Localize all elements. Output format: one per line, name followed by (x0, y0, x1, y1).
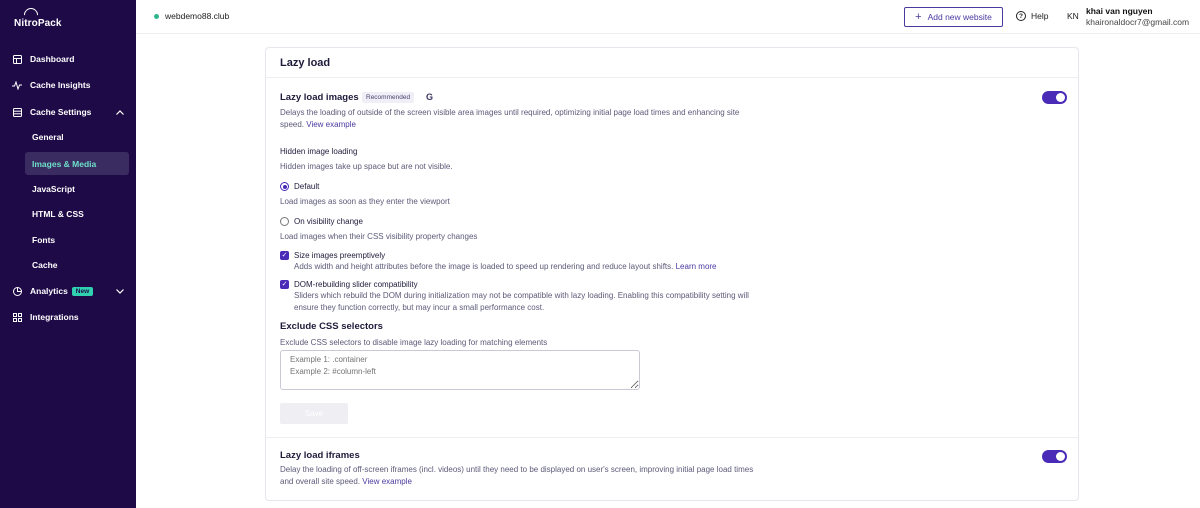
dom-slider-desc-line1: Sliders which rebuild the DOM during ini… (294, 291, 749, 300)
status-dot-icon (154, 13, 159, 19)
sidebar-item-cache-settings[interactable]: Cache Settings (12, 103, 124, 121)
site-selector[interactable]: webdemo88.club (154, 11, 229, 21)
lazy-images-toggle[interactable] (1042, 91, 1067, 104)
top-header: webdemo88.club + Add new website ? Help … (136, 0, 1200, 34)
user-email: khaironaldocr7@gmail.com (1086, 17, 1190, 27)
exclude-css-desc: Exclude CSS selectors to disable image l… (280, 338, 548, 347)
logo-text: NitroPack (14, 18, 62, 29)
activity-icon (12, 80, 22, 90)
add-new-website-label: Add new website (927, 12, 992, 22)
toggle-knob (1056, 452, 1065, 461)
lazy-iframes-description: Delay the loading of off-screen iframes … (280, 464, 800, 487)
site-name: webdemo88.club (165, 11, 230, 21)
sidebar-item-label: Dashboard (30, 54, 75, 64)
size-preemptive-checkbox[interactable]: ✓ (280, 251, 289, 260)
chevron-down-icon[interactable] (116, 287, 124, 296)
exclude-css-title: Exclude CSS selectors (280, 321, 383, 332)
lazy-images-description: Delays the loading of outside of the scr… (280, 107, 800, 130)
grid-icon (12, 312, 22, 322)
help-label: Help (1031, 11, 1049, 21)
lazy-images-desc-line1: Delays the loading of outside of the scr… (280, 108, 740, 117)
nitropack-logo[interactable]: NitroPack (12, 5, 64, 30)
dom-slider-description: Sliders which rebuild the DOM during ini… (294, 290, 814, 313)
lazy-iframes-toggle[interactable] (1042, 450, 1067, 463)
radio-default-desc: Load images as soon as they enter the vi… (280, 197, 450, 206)
exclude-css-input[interactable] (280, 350, 640, 390)
size-preemptive-label[interactable]: Size images preemptively (294, 251, 385, 260)
help-icon: ? (1016, 11, 1026, 21)
chevron-up-icon[interactable] (116, 108, 124, 117)
lazy-iframes-desc-line2: and overall site speed. (280, 476, 361, 486)
view-example-link[interactable]: View example (362, 477, 412, 486)
dashboard-icon (12, 54, 22, 64)
sidebar-item-cache-insights[interactable]: Cache Insights (12, 76, 90, 94)
new-badge: New (71, 286, 94, 296)
add-new-website-button[interactable]: + Add new website (904, 7, 1003, 27)
lazy-iframes-desc-line1: Delay the loading of off-screen iframes … (280, 465, 754, 474)
sidebar-subitem-general[interactable]: General (25, 125, 129, 148)
sidebar-item-label: Cache Insights (30, 80, 91, 90)
google-icon: G (426, 92, 434, 102)
divider (266, 437, 1078, 438)
view-example-link[interactable]: View example (306, 120, 356, 129)
lazy-images-title: Lazy load images (280, 92, 359, 103)
user-name: khai van nguyen (1086, 6, 1153, 16)
sidebar-item-dashboard[interactable]: Dashboard (12, 50, 74, 68)
hidden-loading-desc: Hidden images take up space but are not … (280, 162, 453, 171)
lazy-iframes-title: Lazy load iframes (280, 450, 360, 461)
sidebar-item-label: Integrations (30, 312, 79, 322)
avatar[interactable]: KN (1067, 11, 1079, 21)
help-button[interactable]: ? Help (1016, 11, 1048, 21)
sidebar-item-analytics[interactable]: Analytics New (12, 282, 124, 300)
dom-slider-label[interactable]: DOM-rebuilding slider compatibility (294, 280, 418, 289)
card-title: Lazy load (280, 57, 331, 69)
sidebar-subitem-fonts[interactable]: Fonts (25, 228, 129, 251)
database-icon (12, 107, 22, 117)
lazy-images-desc-line2: speed. (280, 119, 305, 129)
sidebar-item-label: Analytics (30, 286, 68, 296)
dom-slider-desc-line2: ensure they function correctly, but may … (294, 302, 545, 312)
hidden-loading-title: Hidden image loading (280, 147, 358, 156)
save-button[interactable]: Save (280, 403, 348, 424)
size-preemptive-description: Adds width and height attributes before … (294, 261, 814, 273)
learn-more-link[interactable]: Learn more (676, 262, 717, 271)
sidebar-subitem-html-css[interactable]: HTML & CSS (25, 202, 129, 225)
lazy-load-card: Lazy load Lazy load images Recommended G… (265, 47, 1079, 501)
radio-default-label[interactable]: Default (294, 182, 319, 191)
divider (266, 77, 1078, 78)
radio-visibility-change[interactable] (280, 217, 289, 226)
sidebar: NitroPack Dashboard Cache Insights Cache… (0, 0, 136, 508)
radio-visibility-change-desc: Load images when their CSS visibility pr… (280, 232, 478, 241)
sidebar-subitem-images-media[interactable]: Images & Media (25, 152, 129, 175)
size-preemptive-desc: Adds width and height attributes before … (294, 262, 674, 271)
radio-visibility-change-label[interactable]: On visibility change (294, 217, 363, 226)
recommended-badge: Recommended (362, 92, 415, 103)
sidebar-subitem-cache[interactable]: Cache (25, 253, 129, 276)
radio-default[interactable] (280, 182, 289, 191)
toggle-knob (1056, 93, 1065, 102)
plus-icon: + (915, 10, 922, 23)
sidebar-item-integrations[interactable]: Integrations (12, 308, 79, 326)
sidebar-item-label: Cache Settings (30, 107, 92, 117)
dom-slider-checkbox[interactable]: ✓ (280, 280, 289, 289)
chart-pie-icon (12, 286, 22, 296)
sidebar-subitem-javascript[interactable]: JavaScript (25, 177, 129, 200)
